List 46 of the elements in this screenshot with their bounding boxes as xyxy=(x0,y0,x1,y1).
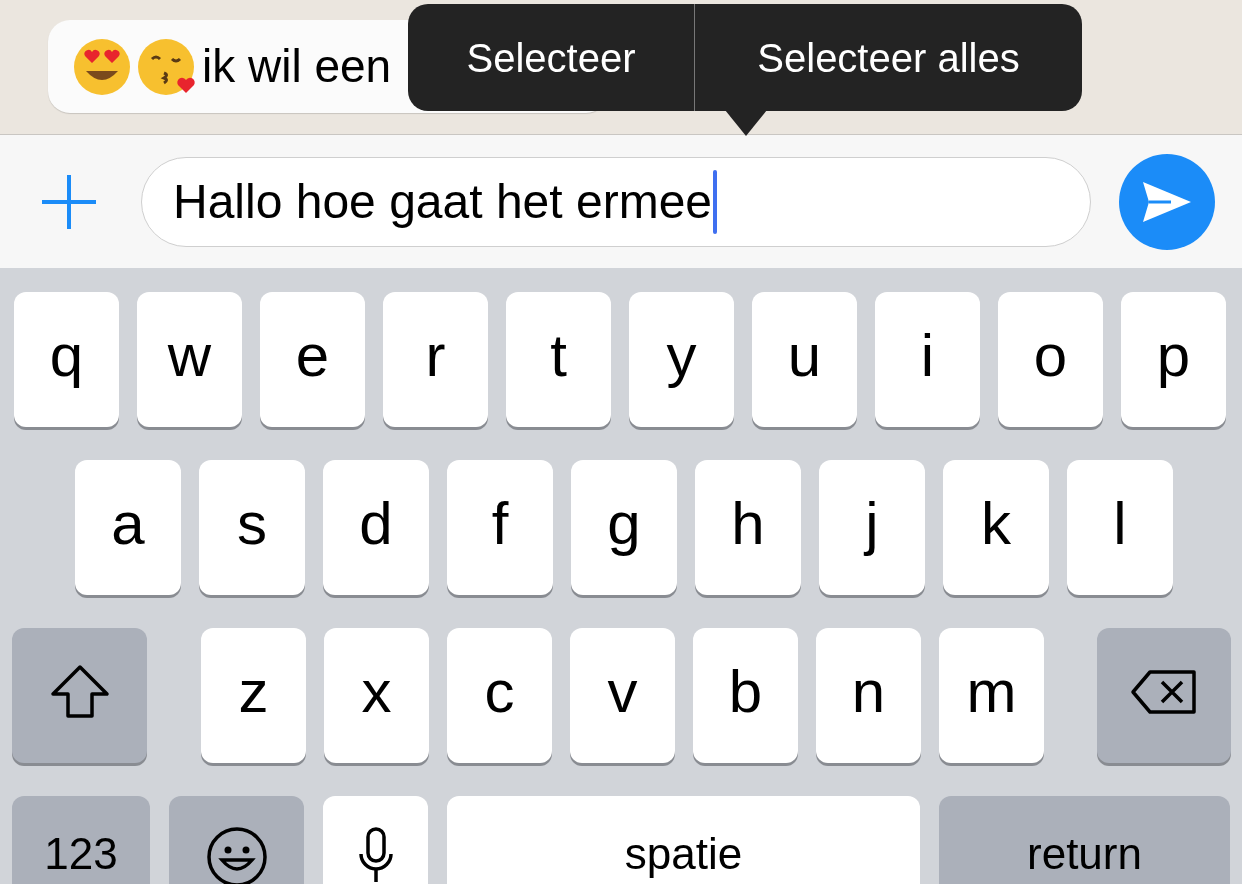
letter-key[interactable]: c xyxy=(447,628,552,763)
microphone-icon xyxy=(357,826,394,884)
heart-eyes-emoji-icon xyxy=(72,36,132,97)
letter-key[interactable]: x xyxy=(324,628,429,763)
send-icon xyxy=(1141,179,1193,224)
letter-key[interactable]: j xyxy=(819,460,925,595)
letter-key[interactable]: u xyxy=(752,292,857,427)
plus-icon[interactable] xyxy=(40,172,98,231)
numbers-key[interactable]: 123 xyxy=(12,796,150,884)
letter-key[interactable]: f xyxy=(447,460,553,595)
letter-key[interactable]: s xyxy=(199,460,305,595)
letter-key[interactable]: r xyxy=(383,292,488,427)
letter-key[interactable]: z xyxy=(201,628,306,763)
menu-item[interactable]: Selecteer alles xyxy=(695,4,1082,111)
letter-key[interactable]: w xyxy=(137,292,242,427)
letter-key[interactable]: o xyxy=(998,292,1103,427)
return-key[interactable]: return xyxy=(939,796,1230,884)
letter-key[interactable]: m xyxy=(939,628,1044,763)
delete-key[interactable] xyxy=(1097,628,1231,763)
letter-key[interactable]: h xyxy=(695,460,801,595)
letter-key[interactable]: v xyxy=(570,628,675,763)
letter-key[interactable]: b xyxy=(693,628,798,763)
smiley-icon xyxy=(205,826,268,884)
letter-key[interactable]: a xyxy=(75,460,181,595)
message-input-field[interactable]: Hallo hoe gaat het ermee xyxy=(141,156,1091,247)
delete-icon xyxy=(1130,668,1198,715)
kissing-emoji-icon xyxy=(136,36,198,97)
letter-key[interactable]: n xyxy=(816,628,921,763)
text-cursor xyxy=(713,169,717,234)
letter-key[interactable]: q xyxy=(14,292,119,427)
letter-key[interactable]: y xyxy=(629,292,734,427)
shift-icon xyxy=(49,663,110,720)
message-text: ik wil een xyxy=(202,39,392,94)
microphone-key[interactable] xyxy=(323,796,428,884)
letter-key[interactable]: d xyxy=(323,460,429,595)
shift-key[interactable] xyxy=(12,628,147,763)
letter-key[interactable]: l xyxy=(1067,460,1173,595)
menu-item[interactable]: Selecteer xyxy=(408,4,695,111)
letter-key[interactable]: g xyxy=(571,460,677,595)
letter-key[interactable]: p xyxy=(1121,292,1226,427)
letter-key[interactable]: t xyxy=(506,292,611,427)
letter-key[interactable]: k xyxy=(943,460,1049,595)
emoji-key[interactable] xyxy=(169,796,304,884)
letter-key[interactable]: i xyxy=(875,292,980,427)
space-bar[interactable]: spatie xyxy=(447,796,920,884)
letter-key[interactable]: e xyxy=(260,292,365,427)
